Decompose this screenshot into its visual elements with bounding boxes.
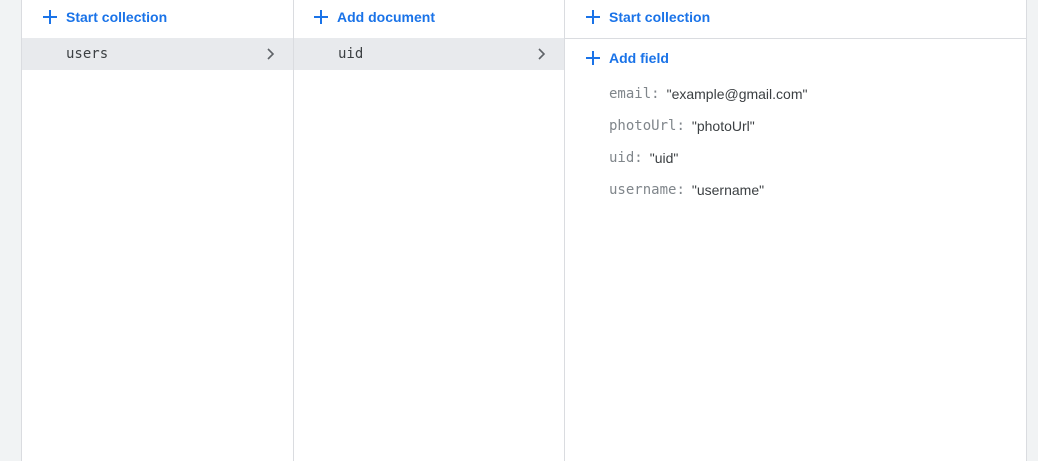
field-value: "photoUrl" <box>691 118 755 134</box>
plus-icon <box>314 10 328 24</box>
field-row-username[interactable]: username : "username" <box>609 179 764 201</box>
field-separator: : <box>676 182 685 198</box>
add-field-label: Add field <box>609 50 669 66</box>
start-collection-label: Start collection <box>66 9 168 25</box>
field-row-photourl[interactable]: photoUrl : "photoUrl" <box>609 115 755 137</box>
field-row-email[interactable]: email : "example@gmail.com" <box>609 83 807 105</box>
field-separator: : <box>634 150 643 166</box>
field-row-uid[interactable]: uid : "uid" <box>609 147 678 169</box>
documents-panel: Add document uid <box>294 0 565 461</box>
start-subcollection-label: Start collection <box>609 9 711 25</box>
field-value: "uid" <box>649 150 679 166</box>
field-separator: : <box>676 118 685 134</box>
field-key: email <box>609 86 652 102</box>
plus-icon <box>586 51 600 65</box>
field-value: "username" <box>691 182 765 198</box>
plus-icon <box>586 10 600 24</box>
add-document-button[interactable]: Add document <box>314 2 435 32</box>
chevron-right-icon <box>538 48 546 60</box>
field-separator: : <box>651 86 660 102</box>
collection-item-label: users <box>66 46 109 62</box>
document-detail-panel: Start collection Add field email : "exam… <box>565 0 1026 461</box>
plus-icon <box>43 10 57 24</box>
document-item-uid[interactable]: uid <box>294 38 564 70</box>
start-subcollection-button[interactable]: Start collection <box>586 2 710 32</box>
field-value: "example@gmail.com" <box>666 86 808 102</box>
header-divider <box>565 38 1026 39</box>
collections-panel: Start collection users <box>22 0 294 461</box>
field-key: uid <box>609 150 635 166</box>
add-field-button[interactable]: Add field <box>586 43 669 73</box>
document-item-label: uid <box>338 46 364 62</box>
start-collection-button[interactable]: Start collection <box>43 2 167 32</box>
firestore-data-viewer: Start collection users Add document uid … <box>21 0 1027 461</box>
chevron-right-icon <box>267 48 275 60</box>
add-document-label: Add document <box>337 9 435 25</box>
collection-item-users[interactable]: users <box>22 38 293 70</box>
field-key: photoUrl <box>609 118 677 134</box>
field-key: username <box>609 182 677 198</box>
